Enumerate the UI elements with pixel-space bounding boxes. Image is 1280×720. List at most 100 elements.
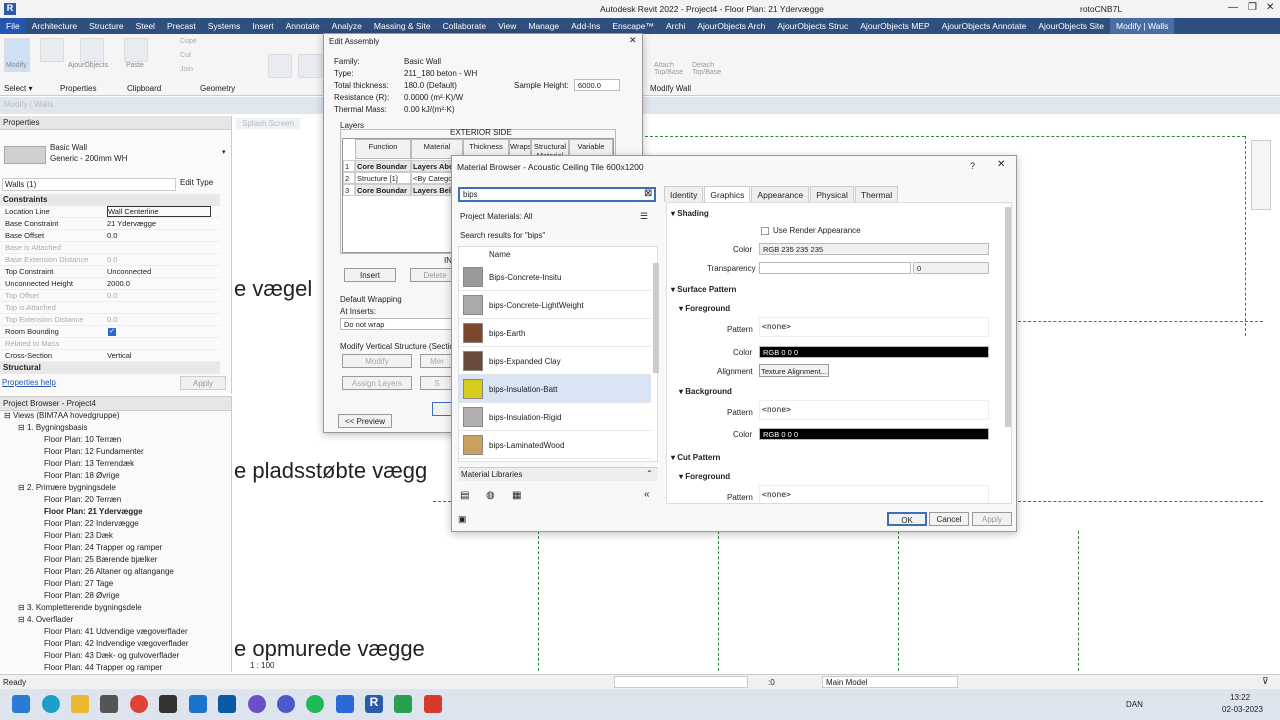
name-column-header[interactable]: Name — [489, 250, 510, 259]
user-name[interactable]: rotoCNB7L — [1080, 4, 1122, 14]
help-icon[interactable]: ? — [970, 161, 975, 171]
ribbon-tab[interactable]: Steel — [130, 18, 161, 34]
app-icon[interactable] — [394, 695, 412, 713]
tab-identity[interactable]: Identity — [664, 186, 704, 202]
wall-line[interactable] — [1013, 321, 1263, 322]
detach-top-base-button[interactable]: Detach Top/Base — [692, 62, 722, 76]
property-row[interactable]: Unconnected Height 2000.0 — [0, 278, 220, 290]
terminal-icon[interactable] — [159, 695, 177, 713]
globe-icon[interactable]: ◍ — [486, 490, 495, 501]
expand-icon[interactable]: ⊟ — [18, 615, 27, 624]
minimize-icon[interactable]: — — [1228, 2, 1238, 13]
tab-appearance[interactable]: Appearance — [751, 186, 810, 202]
browser-view-item[interactable]: Floor Plan: 20 Terræn — [44, 495, 121, 504]
material-editor-icon[interactable]: ▣ — [458, 514, 467, 525]
library-folder-icon[interactable]: ▤ — [460, 490, 469, 501]
cut-button[interactable]: Cut — [180, 52, 191, 59]
property-value[interactable]: 0.0 — [107, 315, 117, 324]
splash-screen-tab[interactable]: Splash Screen — [236, 118, 301, 129]
surface-pattern-header[interactable]: ▾ Surface Pattern — [671, 285, 736, 294]
property-value[interactable]: Wall Centerline — [107, 206, 211, 217]
move-button[interactable] — [268, 54, 292, 78]
use-render-appearance-checkbox[interactable] — [761, 227, 769, 235]
browser-view-item[interactable]: Floor Plan: 21 Ydervægge — [44, 507, 143, 516]
browser-view-item[interactable]: Floor Plan: 28 Øvrige — [44, 591, 120, 600]
browser-view-item[interactable]: Floor Plan: 26 Altaner og altangange — [44, 567, 174, 576]
surface-background-pattern[interactable]: <none> — [759, 400, 989, 420]
list-view-icon[interactable]: ☰ — [640, 211, 648, 222]
ajourobjects-button[interactable] — [80, 38, 104, 62]
mail-icon[interactable] — [189, 695, 207, 713]
maximize-icon[interactable]: ❐ — [1248, 2, 1257, 13]
layers-cell[interactable]: 3 — [343, 184, 355, 196]
wall-line[interactable] — [1013, 501, 1263, 502]
ribbon-tab[interactable]: Enscape™ — [606, 18, 660, 34]
material-list-scrollbar[interactable] — [653, 263, 659, 373]
design-option-select[interactable]: Main Model — [822, 676, 958, 688]
property-row[interactable]: Top is Attached — [0, 302, 220, 314]
ribbon-tab[interactable]: Modify | Walls — [1109, 18, 1175, 34]
wall-line[interactable] — [538, 531, 539, 671]
collapse-panel-icon[interactable]: « — [644, 489, 650, 500]
view-scale[interactable]: 1 : 100 — [250, 661, 274, 670]
windows-start-icon[interactable] — [12, 695, 30, 713]
wall-line[interactable] — [645, 136, 1245, 137]
browser-view-item[interactable]: Floor Plan: 22 Indervægge — [44, 519, 139, 528]
ribbon-tab[interactable]: AjourObjects Arch — [691, 18, 771, 34]
canvas-text-label[interactable]: e pladsstøbte vægg — [234, 458, 427, 484]
browser-view-item[interactable]: Floor Plan: 18 Øvrige — [44, 471, 120, 480]
browser-group[interactable]: ⊟ 3. Kompletterende bygningsdele — [18, 603, 142, 612]
property-row[interactable]: Location Line Wall Centerline — [0, 206, 220, 218]
surface-background-header[interactable]: ▾ Background — [679, 387, 732, 396]
ribbon-tab[interactable]: Analyze — [326, 18, 368, 34]
transparency-slider[interactable] — [759, 262, 911, 274]
preview-button[interactable]: << Preview — [338, 414, 392, 428]
wall-line[interactable] — [718, 531, 719, 671]
ribbon-tab[interactable]: File — [0, 18, 26, 34]
material-list-item[interactable]: bips-Insulation-Rigid — [459, 403, 651, 431]
browser-view-item[interactable]: Floor Plan: 41 Udvendige vægoverflader — [44, 627, 188, 636]
browser-view-item[interactable]: Floor Plan: 44 Trapper og ramper — [44, 663, 162, 672]
material-libraries-bar[interactable]: Material Libraries ⌃ — [458, 467, 658, 481]
workset-select[interactable] — [614, 676, 748, 688]
modify-layer-button[interactable]: Modify — [342, 354, 412, 368]
browser-view-item[interactable]: Floor Plan: 23 Dæk — [44, 531, 113, 540]
layers-cell[interactable]: Structure [1] — [355, 172, 411, 184]
edge-icon[interactable] — [42, 695, 60, 713]
ribbon-tab[interactable]: Add-Ins — [565, 18, 606, 34]
graphics-scrollbar[interactable] — [1005, 207, 1011, 427]
material-list-item[interactable]: bips-Concrete-LightWeight — [459, 291, 651, 319]
apply-button[interactable]: Apply — [972, 512, 1012, 526]
shading-color-field[interactable]: RGB 235 235 235 — [759, 243, 989, 255]
constraints-section[interactable]: Constraints — [0, 194, 220, 206]
property-row[interactable]: Related to Mass — [0, 338, 220, 350]
property-value[interactable]: 0.0 — [107, 291, 117, 300]
file-explorer-icon[interactable] — [71, 695, 89, 713]
type-selector-chevron-icon[interactable]: ▾ — [222, 148, 226, 156]
property-value[interactable]: 0.0 — [107, 255, 117, 264]
properties-help-link[interactable]: Properties help — [2, 378, 56, 387]
wall-line[interactable] — [1078, 531, 1079, 671]
surface-foreground-pattern[interactable]: <none> — [759, 317, 989, 337]
property-row[interactable]: Top Extension Distance 0.0 — [0, 314, 220, 326]
tab-graphics[interactable]: Graphics — [704, 186, 751, 202]
navigation-bar[interactable] — [1251, 140, 1271, 210]
ribbon-tab[interactable]: Systems — [202, 18, 247, 34]
collapse-up-icon[interactable]: ⌃ — [646, 469, 653, 478]
spotify-icon[interactable] — [306, 695, 324, 713]
browser-group[interactable]: ⊟ 2. Primære bygningsdele — [18, 483, 116, 492]
cut-pattern-header[interactable]: ▾ Cut Pattern — [671, 453, 720, 462]
edit-type-button[interactable]: Edit Type — [180, 178, 213, 187]
material-list-item[interactable]: bips-Expanded Clay — [459, 347, 651, 375]
shading-header[interactable]: ▾ Shading — [671, 209, 709, 218]
ribbon-tab[interactable]: Archi — [660, 18, 691, 34]
material-list-item[interactable]: Bips-Concrete-Insitu — [459, 263, 651, 291]
revit-logo-icon[interactable]: R — [4, 3, 16, 15]
expand-icon[interactable]: ⊟ — [18, 603, 27, 612]
ribbon-tab[interactable]: AjourObjects Annotate — [936, 18, 1033, 34]
property-row[interactable]: Base is Attached — [0, 242, 220, 254]
ribbon-tab[interactable]: Architecture — [26, 18, 83, 34]
material-list-item[interactable]: bips-LaminatedWood — [459, 431, 651, 459]
wall-line[interactable] — [1245, 136, 1246, 336]
ribbon-tab[interactable]: View — [492, 18, 522, 34]
